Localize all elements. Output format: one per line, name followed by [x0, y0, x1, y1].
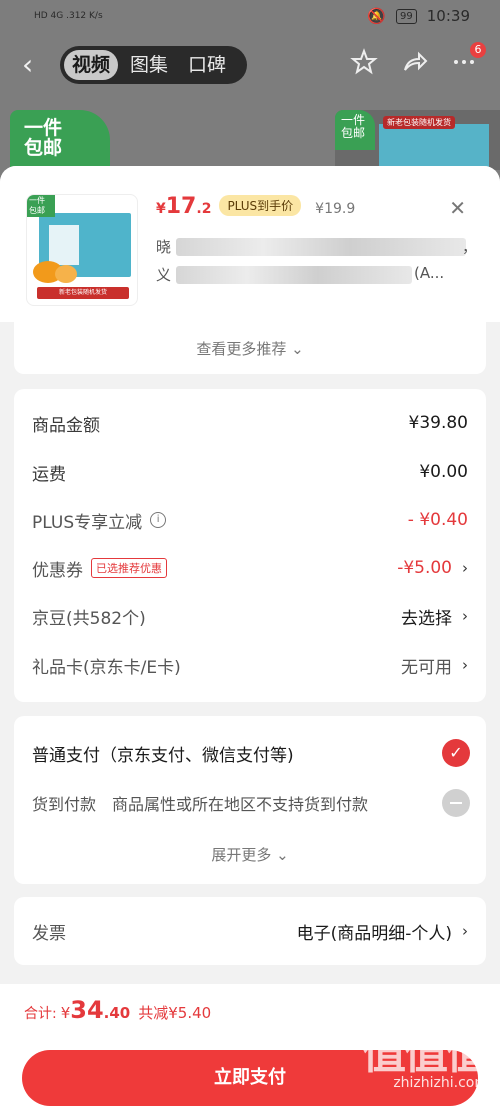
- plus-price-tag: PLUS到手价: [219, 195, 302, 216]
- amount-value-wrap: -¥5.00 ›: [397, 558, 468, 578]
- chevron-right-icon: ›: [462, 607, 468, 625]
- original-price: ¥19.9: [315, 201, 356, 217]
- amount-value: 去选择: [401, 608, 452, 629]
- total-integer: 34: [70, 996, 104, 1024]
- promo-right-mini: 一件 包邮: [335, 110, 375, 150]
- amount-value: ¥0.00: [419, 462, 468, 482]
- tab-gallery[interactable]: 图集: [122, 50, 176, 80]
- info-icon[interactable]: i: [150, 512, 167, 528]
- promo-left-text: 一件 包邮: [24, 117, 63, 159]
- total-saved: 共减¥5.40: [138, 1004, 212, 1022]
- blurred-title: [176, 238, 466, 256]
- orange-image: [55, 265, 77, 283]
- checkout-sheet: 一件 包邮 新老包装随机发货 ¥ 17 .2 PLUS到手价 ¥19.9 ✕ 晓…: [0, 166, 500, 1111]
- disabled-icon: [442, 789, 470, 817]
- notification-badge: 6: [470, 42, 486, 58]
- box-panel: [49, 225, 79, 265]
- status-bar: HD 4G .312 K/s 🔕 99 10:39: [0, 0, 500, 32]
- coupon-tag: 已选推荐优惠: [91, 558, 167, 578]
- amount-label: 优惠券: [32, 560, 83, 581]
- expand-more-link[interactable]: 展开更多 ⌄: [14, 844, 486, 865]
- invoice-label: 发票: [32, 923, 66, 944]
- payment-option-cod: 货到付款 商品属性或所在地区不支持货到付款: [32, 788, 470, 818]
- total-currency: ¥: [60, 1004, 71, 1022]
- checkout-footer: 合计: ¥ 34 .40 共减¥5.40 立即支付 值值值 zhizhizhi.…: [0, 984, 500, 1111]
- close-icon[interactable]: ✕: [449, 196, 466, 220]
- amount-label-wrap: 优惠券 已选推荐优惠: [32, 556, 167, 581]
- product-summary: 一件 包邮 新老包装随机发货 ¥ 17 .2 PLUS到手价 ¥19.9 ✕ 晓…: [0, 166, 500, 322]
- amount-label-wrap: PLUS专享立减 i: [32, 508, 167, 533]
- watermark: 值值值 zhizhizhi.com: [362, 1028, 490, 1091]
- mute-icon: 🔕: [367, 7, 387, 25]
- price-row: ¥ 17 .2 PLUS到手价 ¥19.9: [156, 194, 355, 219]
- total-label: 合计:: [24, 1006, 57, 1022]
- title-line1-start: 晓: [156, 238, 172, 256]
- amount-value: 无可用: [401, 657, 452, 678]
- cod-description: 商品属性或所在地区不支持货到付款: [112, 795, 369, 814]
- price-integer: 17: [165, 194, 197, 219]
- tab-reviews[interactable]: 口碑: [180, 50, 234, 80]
- star-icon[interactable]: [350, 48, 378, 76]
- watermark-logo: 值值值: [362, 1028, 490, 1079]
- amount-value-wrap: 去选择 ›: [401, 604, 468, 629]
- more-recommend-card[interactable]: 查看更多推荐 ⌄: [14, 322, 486, 374]
- price-decimal: .2: [196, 201, 212, 217]
- tab-video[interactable]: 视频: [64, 50, 119, 80]
- amount-value: ¥39.80: [408, 413, 468, 433]
- amount-label: 商品金额: [32, 415, 100, 436]
- battery-icon: 99: [396, 8, 417, 24]
- amount-row-plus: PLUS专享立减 i - ¥0.40: [32, 504, 468, 536]
- invoice-row[interactable]: 发票 电子(商品明细-个人) ›: [32, 915, 468, 947]
- promo-right-tag: 新老包装随机发货: [383, 116, 455, 129]
- amount-label: PLUS专享立减: [32, 512, 143, 533]
- chevron-right-icon: ›: [462, 559, 468, 577]
- media-tabs: 视频 图集 口碑: [60, 46, 247, 84]
- more-recommend-link[interactable]: 查看更多推荐 ⌄: [14, 338, 486, 359]
- payment-option-label: 普通支付（京东支付、微信支付等): [32, 745, 294, 766]
- back-arrow-icon[interactable]: ‹: [22, 50, 33, 80]
- amount-row-coupon[interactable]: 优惠券 已选推荐优惠 -¥5.00 ›: [32, 552, 468, 584]
- amount-row-shipping: 运费 ¥0.00: [32, 456, 468, 488]
- amount-value: -¥5.00: [397, 558, 452, 578]
- invoice-value-wrap: 电子(商品明细-个人) ›: [297, 919, 468, 944]
- top-nav: ‹ 视频 图集 口碑 6: [0, 42, 500, 86]
- price-currency: ¥: [156, 201, 166, 217]
- promo-banner-right: 一件 包邮 新老包装随机发货: [335, 110, 500, 170]
- amount-value-wrap: 无可用 ›: [401, 653, 468, 678]
- amount-row-giftcard[interactable]: 礼品卡(京东卡/E卡) 无可用 ›: [32, 649, 468, 681]
- share-icon[interactable]: [400, 48, 428, 76]
- title-line2-start: 义: [156, 266, 172, 284]
- nav-actions: [350, 48, 478, 76]
- product-thumbnail[interactable]: 一件 包邮 新老包装随机发货: [26, 194, 138, 306]
- chevron-right-icon: ›: [462, 922, 468, 940]
- product-box-image: [379, 124, 489, 170]
- promo-banner-left: 一件 包邮: [10, 110, 110, 170]
- thumb-tag: 一件 包邮: [27, 195, 55, 217]
- amount-label: 运费: [32, 464, 66, 485]
- title-line2-end: (A...: [414, 264, 445, 282]
- amount-label: 礼品卡(京东卡/E卡): [32, 657, 181, 678]
- signal-status: HD 4G .312 K/s: [34, 11, 103, 21]
- checkmark-icon[interactable]: ✓: [442, 739, 470, 767]
- payment-methods: 普通支付（京东支付、微信支付等) ✓ 货到付款 商品属性或所在地区不支持货到付款 …: [14, 716, 486, 884]
- status-right: 🔕 99 10:39: [367, 7, 470, 25]
- cod-label: 货到付款: [32, 795, 97, 814]
- amount-row-jingdou[interactable]: 京豆(共582个) 去选择 ›: [32, 600, 468, 632]
- blurred-title: [176, 266, 412, 284]
- amount-breakdown: 商品金额 ¥39.80 运费 ¥0.00 PLUS专享立减 i - ¥0.40 优…: [14, 389, 486, 702]
- total-decimal: .40: [103, 1004, 131, 1022]
- title-line1-end: ，: [462, 238, 478, 256]
- amount-label: 京豆(共582个): [32, 608, 146, 629]
- payment-option-normal[interactable]: 普通支付（京东支付、微信支付等) ✓: [32, 738, 470, 768]
- signal-text: HD 4G .312 K/s: [34, 11, 103, 21]
- clock: 10:39: [426, 7, 470, 25]
- chevron-right-icon: ›: [462, 656, 468, 674]
- order-total: 合计: ¥ 34 .40 共减¥5.40: [24, 996, 211, 1024]
- amount-value: - ¥0.40: [407, 510, 468, 530]
- thumb-label: 新老包装随机发货: [37, 287, 129, 299]
- amount-row-goods: 商品金额 ¥39.80: [32, 407, 468, 439]
- invoice-card[interactable]: 发票 电子(商品明细-个人) ›: [14, 897, 486, 965]
- cod-text: 货到付款 商品属性或所在地区不支持货到付款: [32, 791, 368, 815]
- invoice-value: 电子(商品明细-个人): [296, 923, 452, 944]
